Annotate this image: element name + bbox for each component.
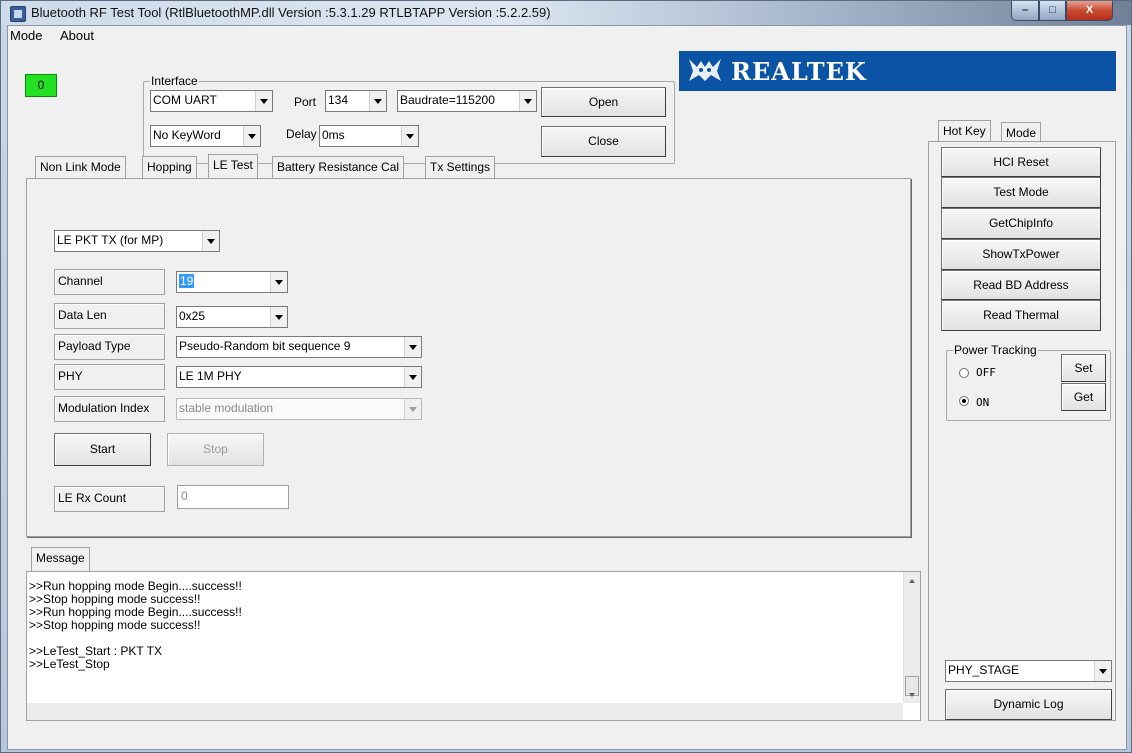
chevron-down-icon[interactable] bbox=[369, 91, 386, 111]
delay-value: 0ms bbox=[322, 128, 345, 142]
show-tx-power-button[interactable]: ShowTxPower bbox=[941, 239, 1101, 270]
message-vertical-scrollbar[interactable] bbox=[903, 572, 920, 703]
tab-tx-settings[interactable]: Tx Settings bbox=[425, 156, 496, 178]
chevron-down-icon[interactable] bbox=[401, 126, 418, 146]
message-tab-label: Message bbox=[36, 551, 85, 565]
dynamic-log-button[interactable]: Dynamic Log bbox=[945, 689, 1112, 720]
le-rx-count-field: 0 bbox=[177, 485, 289, 509]
read-thermal-button[interactable]: Read Thermal bbox=[941, 300, 1101, 331]
data-len-value: 0x25 bbox=[179, 309, 206, 323]
modulation-index-select: stable modulation bbox=[176, 398, 422, 420]
tab-hot-key[interactable]: Hot Key bbox=[938, 120, 991, 142]
modulation-index-label: Modulation Index bbox=[54, 396, 165, 422]
chevron-down-icon[interactable] bbox=[519, 91, 536, 111]
chevron-down-icon[interactable] bbox=[243, 126, 260, 146]
payload-type-value: Pseudo-Random bit sequence 9 bbox=[179, 339, 351, 353]
power-tracking-off-radio[interactable] bbox=[959, 368, 969, 378]
power-tracking-on-radio[interactable] bbox=[959, 396, 969, 406]
message-lines: >>Run hopping mode Begin....success!! >>… bbox=[29, 580, 242, 671]
window-title: Bluetooth RF Test Tool (RtlBluetoothMP.d… bbox=[31, 5, 551, 20]
menu-mode[interactable]: Mode bbox=[10, 28, 43, 43]
payload-type-label: Payload Type bbox=[54, 334, 165, 360]
scroll-down-icon[interactable] bbox=[909, 693, 915, 697]
test-mode-button[interactable]: Test Mode bbox=[941, 177, 1101, 208]
open-button[interactable]: Open bbox=[541, 87, 666, 117]
message-line: >>Stop hopping mode success!! bbox=[29, 618, 201, 632]
chevron-down-icon[interactable] bbox=[255, 91, 272, 111]
port-select[interactable]: 134 bbox=[325, 90, 387, 112]
close-port-button[interactable]: Close bbox=[541, 126, 666, 157]
tab-battery-resistance-cal[interactable]: Battery Resistance Cal bbox=[272, 156, 405, 178]
realtek-logo-text: REALTEK bbox=[731, 57, 867, 86]
chevron-down-icon[interactable] bbox=[270, 272, 287, 292]
connection-value: COM UART bbox=[153, 93, 217, 107]
message-log[interactable]: >>Run hopping mode Begin....success!! >>… bbox=[26, 571, 921, 721]
stop-button: Stop bbox=[167, 433, 264, 466]
tab-message[interactable]: Message bbox=[31, 547, 90, 571]
phy-select[interactable]: LE 1M PHY bbox=[176, 366, 422, 388]
tab-hopping[interactable]: Hopping bbox=[142, 156, 197, 178]
menu-about[interactable]: About bbox=[60, 28, 94, 43]
le-mode-value: LE PKT TX (for MP) bbox=[57, 233, 164, 247]
title-bar[interactable]: Bluetooth RF Test Tool (RtlBluetoothMP.d… bbox=[1, 1, 1131, 25]
realtek-crab-icon bbox=[689, 59, 721, 81]
modulation-index-value: stable modulation bbox=[179, 401, 274, 415]
realtek-logo-banner: REALTEK bbox=[679, 51, 1116, 91]
chevron-down-icon[interactable] bbox=[270, 307, 287, 327]
scroll-up-icon[interactable] bbox=[909, 579, 915, 583]
tab-mode[interactable]: Mode bbox=[1001, 122, 1042, 142]
maximize-button[interactable]: □ bbox=[1039, 1, 1066, 21]
chevron-down-icon bbox=[404, 399, 421, 419]
le-rx-count-label: LE Rx Count bbox=[54, 486, 165, 512]
power-tracking-legend: Power Tracking bbox=[953, 343, 1038, 357]
interface-legend: Interface bbox=[150, 74, 199, 88]
channel-value: 19 bbox=[179, 274, 195, 288]
phy-label: PHY bbox=[54, 364, 165, 390]
app-window: Bluetooth RF Test Tool (RtlBluetoothMP.d… bbox=[0, 0, 1132, 753]
channel-label: Channel bbox=[54, 269, 165, 295]
log-stage-select[interactable]: PHY_STAGE bbox=[945, 660, 1112, 682]
power-tracking-get-button[interactable]: Get bbox=[1061, 383, 1106, 411]
status-indicator: 0 bbox=[25, 74, 57, 97]
keyword-select[interactable]: No KeyWord bbox=[150, 125, 261, 147]
tab-le-test[interactable]: LE Test bbox=[208, 154, 258, 178]
baudrate-select[interactable]: Baudrate=115200 bbox=[397, 90, 537, 112]
channel-select[interactable]: 19 bbox=[176, 271, 288, 293]
chevron-down-icon[interactable] bbox=[1094, 661, 1111, 681]
delay-select[interactable]: 0ms bbox=[319, 125, 419, 147]
delay-label: Delay bbox=[286, 127, 317, 141]
chevron-down-icon[interactable] bbox=[404, 367, 421, 387]
power-tracking-off-label: OFF bbox=[976, 366, 996, 379]
connection-select[interactable]: COM UART bbox=[150, 90, 273, 112]
read-bd-address-button[interactable]: Read BD Address bbox=[941, 270, 1101, 300]
message-horizontal-scrollbar[interactable] bbox=[27, 703, 903, 720]
start-button[interactable]: Start bbox=[54, 433, 151, 466]
log-stage-value: PHY_STAGE bbox=[948, 663, 1020, 677]
power-tracking-set-button[interactable]: Set bbox=[1061, 354, 1106, 382]
chevron-down-icon[interactable] bbox=[404, 337, 421, 357]
port-label: Port bbox=[294, 95, 317, 109]
payload-type-select[interactable]: Pseudo-Random bit sequence 9 bbox=[176, 336, 422, 358]
close-window-button[interactable]: X bbox=[1066, 1, 1113, 21]
menu-bar: Mode About bbox=[8, 26, 1126, 46]
port-value: 134 bbox=[328, 93, 349, 107]
hci-reset-button[interactable]: HCI Reset bbox=[941, 147, 1101, 177]
minimize-button[interactable]: – bbox=[1011, 1, 1039, 21]
le-mode-select[interactable]: LE PKT TX (for MP) bbox=[54, 230, 220, 252]
app-icon bbox=[10, 6, 26, 22]
power-tracking-on-label: ON bbox=[976, 396, 990, 409]
baudrate-value: Baudrate=115200 bbox=[400, 93, 495, 107]
keyword-value: No KeyWord bbox=[153, 128, 221, 142]
message-line: >>LeTest_Stop bbox=[29, 657, 110, 671]
chevron-down-icon[interactable] bbox=[202, 231, 219, 251]
get-chip-info-button[interactable]: GetChipInfo bbox=[941, 208, 1101, 239]
data-len-label: Data Len bbox=[54, 303, 165, 329]
data-len-select[interactable]: 0x25 bbox=[176, 306, 288, 328]
phy-value: LE 1M PHY bbox=[179, 369, 242, 383]
tab-non-link-mode[interactable]: Non Link Mode bbox=[35, 156, 126, 178]
